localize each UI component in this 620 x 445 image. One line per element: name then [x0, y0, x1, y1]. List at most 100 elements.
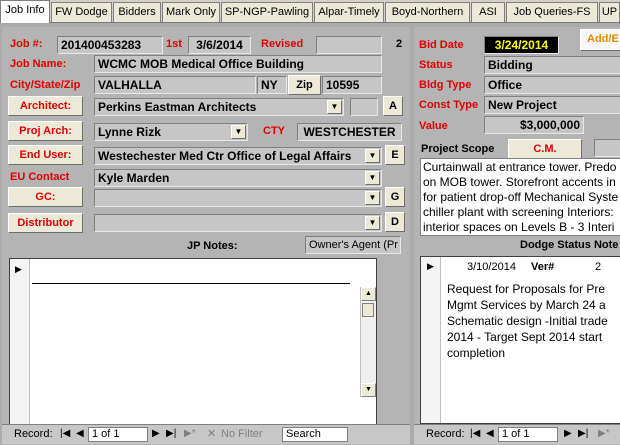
job-name-label: Job Name: [10, 58, 67, 70]
bldg-type-field[interactable]: Office [484, 76, 620, 94]
eu-contact-dropdown-icon[interactable]: ▼ [365, 171, 380, 185]
end-user-dropdown-icon[interactable]: ▼ [365, 149, 380, 163]
tab-bar: Job Info FW Dodge Bidders Mark Only SP-N… [0, 0, 620, 23]
eu-contact-combo[interactable]: Kyle Marden ▼ [94, 169, 382, 187]
architect-value: Perkins Eastman Architects [98, 100, 257, 114]
app-window: Job Info FW Dodge Bidders Mark Only SP-N… [0, 0, 620, 445]
record-selector[interactable]: ▶ [10, 259, 30, 424]
tab-mark-only[interactable]: Mark Only [162, 2, 220, 22]
add-edit-button[interactable]: Add/E [580, 29, 620, 51]
value-label: Value [419, 120, 448, 132]
first-record-icon[interactable]: |◀ [60, 425, 70, 443]
project-scope-text[interactable]: Curtainwall at entrance tower. Predo on … [420, 158, 620, 236]
next-record-icon[interactable]: ▶ [152, 425, 160, 443]
distributor-combo[interactable]: ▼ [94, 214, 382, 232]
dodge-status-subform: ▶ 3/10/2014 Ver# 2 Request for Proposals… [420, 256, 620, 424]
cty-field[interactable]: WESTCHESTER [297, 123, 402, 141]
job-name-field[interactable]: WCMC MOB Medical Office Building [94, 55, 382, 73]
end-user-value: Westechester Med Ctr Office of Legal Aff… [98, 149, 352, 163]
status-field[interactable]: Bidding [484, 56, 620, 74]
status-label: Status [419, 59, 453, 71]
tab-job-info[interactable]: Job Info [0, 0, 50, 23]
architect-button[interactable]: Architect: [8, 96, 83, 116]
dodge-current-record-arrow-icon: ▶ [427, 261, 434, 271]
gc-button[interactable]: GC: [8, 187, 83, 207]
tab-bidders[interactable]: Bidders [113, 2, 161, 22]
tab-up[interactable]: UP [599, 2, 620, 22]
revision-count: 2 [396, 38, 403, 50]
revised-field[interactable] [316, 36, 382, 54]
distributor-button[interactable]: Distributor [8, 213, 83, 233]
dodge-next-record-icon[interactable]: ▶ [564, 425, 572, 443]
revised-label: Revised [261, 38, 304, 50]
dodge-first-record-icon[interactable]: |◀ [470, 425, 480, 443]
project-scope-label: Project Scope [421, 143, 495, 155]
dodge-date: 3/10/2014 [467, 261, 516, 273]
dodge-record-label: Record: [426, 428, 465, 440]
end-user-code-button[interactable]: E [385, 145, 405, 165]
dodge-status-note-label: Dodge Status Note [520, 239, 619, 251]
proj-arch-combo[interactable]: Lynne Rizk ▼ [94, 123, 248, 141]
record-position-field[interactable]: 1 of 1 [88, 427, 148, 442]
tab-job-queries-fs[interactable]: Job Queries-FS [506, 2, 598, 22]
gc-code-button[interactable]: G [385, 187, 405, 207]
prev-record-icon[interactable]: ◀ [76, 425, 84, 443]
no-filter-label[interactable]: No Filter [221, 425, 263, 443]
tab-boyd-northern[interactable]: Boyd-Northern [385, 2, 470, 22]
scope-extra-field[interactable] [594, 139, 620, 157]
new-record-icon[interactable]: ▶* [184, 425, 196, 443]
value-field[interactable]: $3,000,000 [484, 116, 584, 134]
right-record-navigator: Record: |◀ ◀ 1 of 1 ▶ ▶| ▶* [414, 424, 620, 444]
architect-combo[interactable]: Perkins Eastman Architects ▼ [94, 98, 344, 116]
gc-combo[interactable]: ▼ [94, 189, 382, 207]
scroll-up-icon[interactable]: ▲ [361, 287, 376, 301]
end-user-button[interactable]: End User: [8, 145, 83, 165]
bid-date-label: Bid Date [419, 39, 464, 51]
end-user-combo[interactable]: Westechester Med Ctr Office of Legal Aff… [94, 147, 382, 165]
jp-notes-subform: ▶ ▲ ▼ [9, 258, 377, 425]
bid-date-field[interactable]: 3/24/2014 [484, 36, 559, 54]
proj-arch-value: Lynne Rizk [98, 125, 161, 139]
proj-arch-button[interactable]: Proj Arch: [8, 121, 83, 141]
architect-code-button[interactable]: A [383, 96, 403, 116]
first-date-field[interactable]: 3/6/2014 [188, 36, 251, 54]
proj-arch-dropdown-icon[interactable]: ▼ [231, 125, 246, 139]
state-field[interactable]: NY [257, 76, 287, 94]
city-field[interactable]: VALHALLA [94, 76, 256, 94]
dodge-record-selector[interactable]: ▶ [421, 257, 441, 423]
tab-asi[interactable]: ASI [471, 2, 505, 22]
tab-alpar-timely[interactable]: Alpar-Timely [314, 2, 384, 22]
search-field[interactable]: Search [282, 427, 348, 442]
zip-field[interactable]: 10595 [322, 76, 382, 94]
last-record-icon[interactable]: ▶| [166, 425, 176, 443]
distributor-dropdown-icon[interactable]: ▼ [365, 216, 380, 230]
jp-notes-type-field[interactable]: Owner's Agent (Pr [305, 236, 401, 254]
ver-value: 2 [595, 261, 602, 273]
record-label: Record: [14, 428, 53, 440]
scroll-thumb[interactable] [362, 303, 374, 317]
jp-notes-text[interactable] [38, 287, 360, 417]
dodge-record-position-field[interactable]: 1 of 1 [498, 427, 558, 442]
dodge-new-record-icon[interactable]: ▶* [598, 425, 610, 443]
eu-contact-value: Kyle Marden [98, 171, 170, 185]
scroll-down-icon[interactable]: ▼ [361, 383, 376, 397]
job-no-label: Job #: [10, 38, 43, 50]
jp-notes-scrollbar[interactable]: ▲ ▼ [360, 287, 376, 397]
dodge-note-text[interactable]: Request for Proposals for Pre Mgmt Servi… [445, 281, 620, 371]
job-no-field[interactable]: 201400453283 [57, 36, 163, 54]
tab-sp-ngp-pawling[interactable]: SP-NGP-Pawling [221, 2, 313, 22]
architect-extra-field[interactable] [350, 98, 378, 116]
tab-fw-dodge[interactable]: FW Dodge [51, 2, 112, 22]
filter-icon[interactable]: ✕ [207, 425, 216, 443]
cm-button[interactable]: C.M. [508, 139, 582, 159]
gc-dropdown-icon[interactable]: ▼ [365, 191, 380, 205]
current-record-arrow-icon: ▶ [15, 264, 22, 274]
architect-dropdown-icon[interactable]: ▼ [327, 100, 342, 114]
dodge-prev-record-icon[interactable]: ◀ [486, 425, 494, 443]
distributor-code-button[interactable]: D [385, 212, 405, 232]
zip-button[interactable]: Zip [288, 75, 321, 95]
dodge-last-record-icon[interactable]: ▶| [578, 425, 588, 443]
const-type-field[interactable]: New Project [484, 96, 620, 114]
first-label: 1st [166, 38, 182, 50]
ver-label: Ver# [531, 261, 555, 273]
